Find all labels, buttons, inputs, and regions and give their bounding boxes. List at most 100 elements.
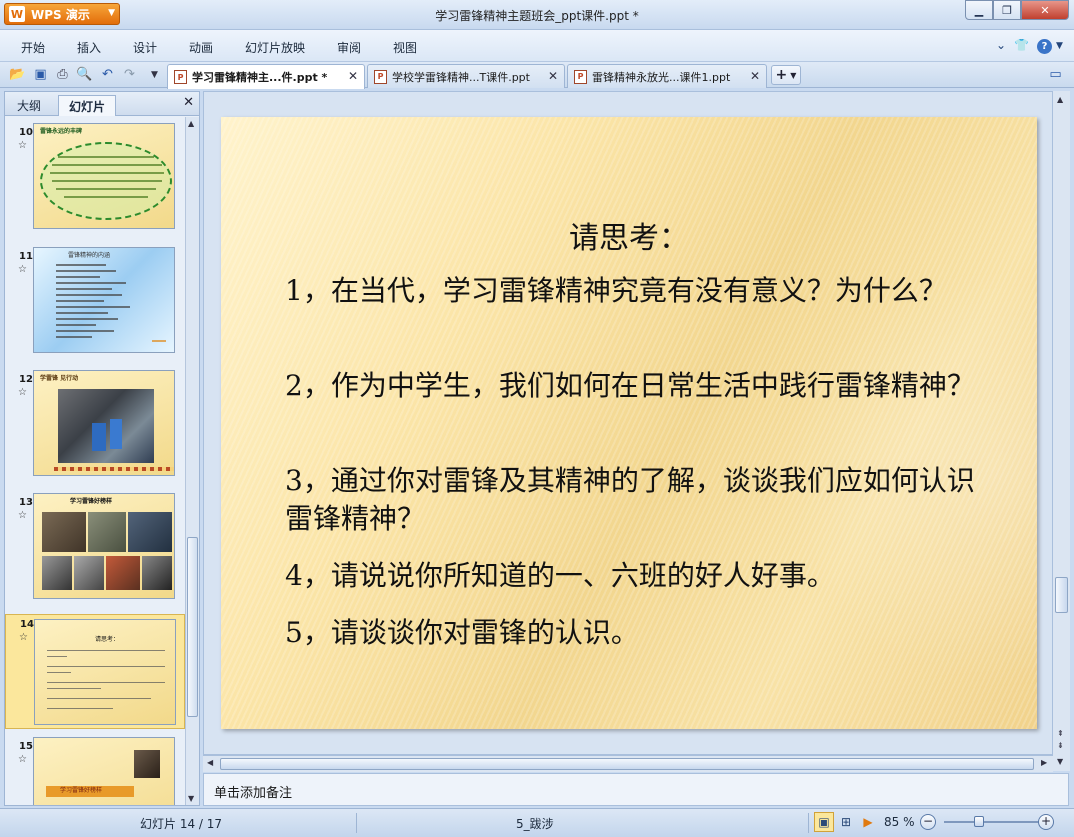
slide-photo (134, 750, 160, 778)
slide-sorter-button[interactable]: ⊞ (836, 812, 856, 832)
animation-star-icon: ☆ (18, 510, 27, 521)
animation-star-icon: ☆ (18, 387, 27, 398)
scroll-down-icon[interactable]: ▼ (1057, 757, 1063, 766)
tab-close-icon[interactable]: ✕ (750, 69, 760, 83)
slide-question-3[interactable]: 3，通过你对雷锋及其精神的了解，谈谈我们应如何认识雷锋精神？ (285, 462, 985, 538)
decorative-border (54, 467, 174, 471)
slide-title[interactable]: 请思考： (221, 213, 1037, 257)
tab-label: 雷锋精神永放光...课件1.ppt (592, 70, 731, 84)
slide-thumbnail-13[interactable]: 13 ☆ 学习雷锋好榜样 (5, 493, 185, 601)
new-tab-button[interactable]: + ▼ (771, 65, 801, 85)
scrollbar-thumb[interactable] (1055, 577, 1068, 613)
text-line (56, 312, 108, 314)
normal-view-button[interactable]: ▣ (814, 812, 834, 832)
close-button[interactable]: ✕ (1021, 0, 1069, 20)
menu-review[interactable]: 审阅 (337, 39, 361, 56)
scrollbar-thumb[interactable] (220, 758, 1034, 770)
slide-question-2[interactable]: 2，作为中学生，我们如何在日常生活中践行雷锋精神？ (285, 367, 985, 405)
slide-question-1[interactable]: 1，在当代，学习雷锋精神究竟有没有意义？为什么？ (285, 272, 985, 310)
tab-list-icon[interactable]: ▭ (1047, 66, 1064, 83)
undo-icon[interactable]: ↶ (99, 66, 116, 83)
text-line (47, 688, 101, 689)
title-bar: W WPS 演示 ▼ 学习雷锋精神主题班会_ppt课件.ppt * ▁ ❐ ✕ (0, 0, 1074, 30)
tab-document-2[interactable]: P 学校学雷锋精神...T课件.ppt ✕ (367, 64, 565, 88)
animation-star-icon: ☆ (18, 754, 27, 765)
slide-thumbnail-12[interactable]: 12 ☆ 学雷锋 见行动 (5, 370, 185, 478)
tab-slides[interactable]: 幻灯片 (58, 95, 117, 116)
maximize-button[interactable]: ❐ (993, 0, 1021, 20)
tab-label: 学校学雷锋精神...T课件.ppt (392, 70, 530, 84)
slide-preview: 请思考： (34, 619, 176, 725)
tab-outline[interactable]: 大纲 (7, 95, 51, 116)
help-button[interactable]: ? (1037, 38, 1052, 54)
text-line (47, 682, 165, 683)
tab-document-1[interactable]: P 学习雷锋精神主...件.ppt * ✕ (167, 64, 365, 89)
tab-document-3[interactable]: P 雷锋精神永放光...课件1.ppt ✕ (567, 64, 767, 88)
slide-photo (42, 556, 72, 590)
slide-sorter-icon: ⊞ (840, 815, 852, 829)
print-preview-icon[interactable]: 🔍 (76, 66, 93, 83)
editor-horizontal-scrollbar[interactable]: ◀ ▶ (203, 755, 1053, 772)
scroll-up-icon[interactable]: ▲ (1057, 95, 1063, 104)
menu-slideshow[interactable]: 幻灯片放映 (245, 39, 305, 56)
menu-animation[interactable]: 动画 (189, 39, 213, 56)
open-icon[interactable]: 📂 (9, 66, 26, 83)
slide-question-4[interactable]: 4，请说说你所知道的一、六班的好人好事。 (285, 557, 985, 595)
ppt-file-icon: P (174, 70, 187, 84)
menu-home[interactable]: 开始 (21, 39, 45, 56)
scroll-down-icon[interactable]: ▼ (188, 794, 194, 803)
text-line (56, 282, 126, 284)
editor-vertical-scrollbar[interactable]: ▲ ⇞ ⇟ ▼ (1052, 91, 1070, 771)
tab-close-icon[interactable]: ✕ (348, 69, 358, 83)
save-icon[interactable]: ▣ (32, 66, 49, 83)
print-icon[interactable]: ⎙ (54, 66, 71, 83)
previous-slide-icon[interactable]: ⇞ (1057, 729, 1064, 738)
text-line (56, 264, 106, 266)
minimize-button[interactable]: ▁ (965, 0, 993, 20)
slide-thumbnail-14[interactable]: 14 ☆ 请思考： (5, 614, 185, 729)
menu-design[interactable]: 设计 (133, 39, 157, 56)
current-slide[interactable]: 请思考： 1，在当代，学习雷锋精神究竟有没有意义？为什么？ 2，作为中学生，我们… (221, 117, 1037, 729)
menu-insert[interactable]: 插入 (77, 39, 101, 56)
help-dropdown-icon[interactable]: ▼ (1056, 41, 1063, 51)
window-title: 学习雷锋精神主题班会_ppt课件.ppt * (435, 9, 639, 23)
slide-question-5[interactable]: 5，请谈谈你对雷锋的认识。 (285, 614, 985, 652)
slide-number: 11 (19, 251, 33, 262)
slide-thumbnail-15[interactable]: 15 ☆ 学习雷锋好榜样 (5, 737, 185, 805)
slide-number: 14 (20, 619, 34, 630)
text-line (47, 698, 151, 699)
close-panel-icon[interactable]: ✕ (183, 95, 194, 110)
maximize-icon: ❐ (1002, 3, 1012, 17)
slide-number: 15 (19, 741, 33, 752)
skin-shirt-icon[interactable]: 👕 (1014, 38, 1029, 52)
collapse-ribbon-icon[interactable]: ⌄ (996, 38, 1006, 52)
minimize-icon: ▁ (974, 3, 984, 17)
notes-pane[interactable]: 单击添加备注 (203, 773, 1069, 806)
slide-thumbnail-10[interactable]: 10 ☆ 雷锋永远的丰碑 (5, 123, 185, 231)
text-line (47, 650, 165, 651)
zoom-slider-track[interactable] (944, 821, 1040, 823)
redo-icon[interactable]: ↷ (121, 66, 138, 83)
nav-arrow (152, 340, 166, 342)
panel-scrollbar[interactable]: ▲ ▼ (185, 117, 199, 805)
text-line (56, 306, 130, 308)
slide-photo (74, 556, 104, 590)
slide-thumbnail-11[interactable]: 11 ☆ 雷锋精神的内涵 (5, 247, 185, 355)
customize-toolbar-icon[interactable]: ▼ (146, 66, 163, 83)
notes-placeholder[interactable]: 单击添加备注 (214, 782, 292, 801)
scroll-right-icon[interactable]: ▶ (1041, 758, 1047, 767)
scrollbar-thumb[interactable] (187, 537, 198, 717)
text-line (64, 196, 148, 198)
zoom-slider-knob[interactable] (974, 816, 984, 827)
slides-panel: 大纲 幻灯片 ✕ 10 ☆ 雷锋永远的丰碑 11 ☆ 雷锋精神的内涵 12 ☆ … (4, 91, 200, 806)
tab-close-icon[interactable]: ✕ (548, 69, 558, 83)
scroll-left-icon[interactable]: ◀ (207, 758, 213, 767)
zoom-in-button[interactable]: + (1038, 814, 1054, 830)
next-slide-icon[interactable]: ⇟ (1057, 741, 1064, 750)
menu-view[interactable]: 视图 (393, 39, 417, 56)
slideshow-button[interactable]: ▶ (858, 812, 878, 832)
menu-bar: 开始 插入 设计 动画 幻灯片放映 审阅 视图 ⌄ 👕 ? ▼ (0, 30, 1074, 62)
animation-star-icon: ☆ (18, 140, 27, 151)
zoom-out-button[interactable]: − (920, 814, 936, 830)
scroll-up-icon[interactable]: ▲ (188, 119, 194, 128)
